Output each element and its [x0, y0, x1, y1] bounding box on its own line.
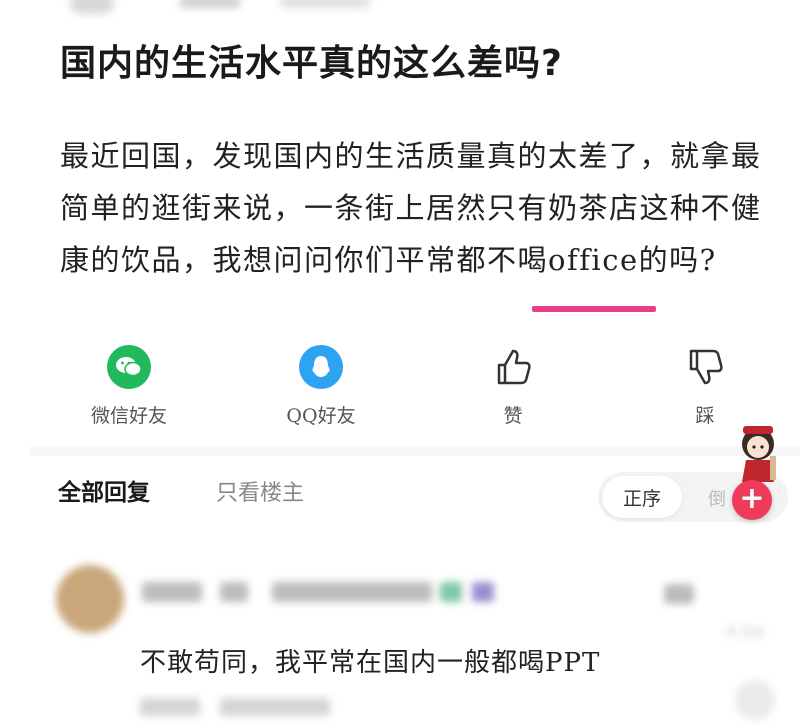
dislike-button[interactable]: 踩: [650, 345, 760, 428]
post-body-line: 最近回国，发现国内的生活质量真的太差了，就拿最: [60, 139, 762, 173]
tab-all-replies[interactable]: 全部回复: [58, 473, 150, 507]
like-button[interactable]: 赞: [458, 345, 568, 428]
highlight-underline: [532, 306, 656, 312]
like-label: 赞: [503, 405, 523, 427]
post-body: 最近回国，发现国内的生活质量真的太差了，就拿最 简单的逛街来说，一条街上居然只有…: [60, 130, 780, 286]
post-body-line: 简单的逛街来说，一条街上居然只有奶茶店这种不健: [60, 191, 762, 225]
wechat-icon: [107, 345, 151, 389]
comment-meta: [140, 698, 400, 718]
author-name: [180, 0, 240, 8]
comment-like-icon[interactable]: [660, 578, 710, 608]
mascot-sticker: [730, 420, 786, 490]
author-avatar: [70, 0, 114, 14]
commenter-name: [142, 582, 502, 604]
thumbs-down-icon: [683, 345, 727, 389]
commenter-avatar[interactable]: [56, 565, 124, 633]
share-wechat-label: 微信好友: [90, 405, 167, 427]
post-body-line: 康的饮品，我想问问你们平常都不喝office的吗?: [60, 243, 717, 277]
qq-icon: [299, 345, 343, 389]
add-reply-button[interactable]: +: [732, 480, 772, 520]
section-divider: [30, 446, 800, 456]
share-qq-label: QQ好友: [286, 405, 356, 427]
comment-text: 不敢苟同，我平常在国内一般都喝PPT: [140, 648, 601, 678]
post-title: 国内的生活水平真的这么差吗?: [60, 43, 563, 84]
share-qq-button[interactable]: QQ好友: [266, 345, 376, 428]
sort-desc-option[interactable]: 倒: [708, 485, 726, 511]
tab-op-only[interactable]: 只看楼主: [216, 475, 304, 507]
share-wechat-button[interactable]: 微信好友: [74, 345, 184, 428]
post-author-header: [60, 0, 380, 20]
comment-like-count: 4.5w: [726, 622, 765, 641]
more-icon[interactable]: [735, 680, 775, 720]
sort-asc-option[interactable]: 正序: [602, 476, 682, 518]
thumbs-up-icon: [491, 345, 535, 389]
post-meta: [280, 0, 370, 8]
